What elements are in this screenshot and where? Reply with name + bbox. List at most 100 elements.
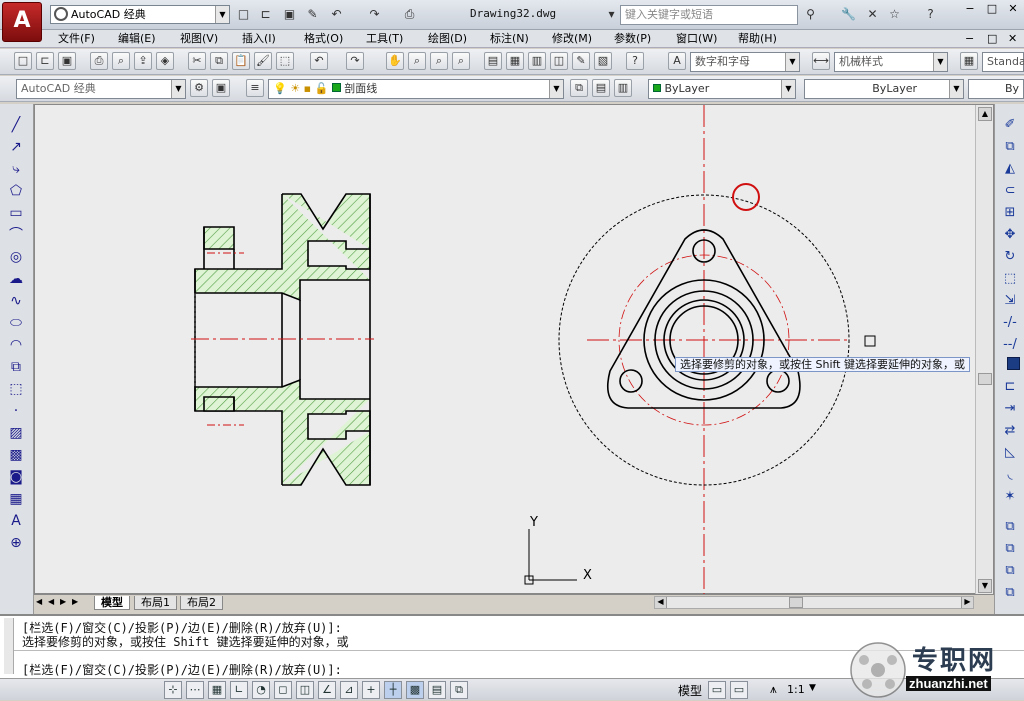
open-icon[interactable]: ⊏ xyxy=(36,52,54,70)
next-tab-icon[interactable]: ▶ xyxy=(60,597,70,608)
point-icon[interactable]: · xyxy=(7,402,25,420)
chamfer-icon[interactable]: ◺ xyxy=(1001,444,1019,462)
save-as-icon[interactable]: ✎ xyxy=(304,6,321,23)
dim-style-select[interactable]: 机械样式 ▼ xyxy=(834,52,948,72)
print-icon[interactable]: ⎙ xyxy=(401,6,418,23)
stretch-icon[interactable]: ⇲ xyxy=(1001,292,1019,310)
save-icon[interactable]: ▣ xyxy=(58,52,76,70)
design-center-icon[interactable]: ▦ xyxy=(506,52,524,70)
grid-display-icon[interactable]: ▦ xyxy=(208,681,226,699)
last-tab-icon[interactable]: ▶ xyxy=(72,597,82,608)
tool-palettes-icon[interactable]: ▥ xyxy=(528,52,546,70)
redo-icon[interactable]: ↷ xyxy=(346,52,364,70)
extend-icon[interactable]: --/ xyxy=(1001,336,1019,354)
object-snap-icon[interactable]: ◻ xyxy=(274,681,292,699)
circle-icon[interactable]: ◎ xyxy=(7,248,25,266)
model-space-label[interactable]: 模型 xyxy=(678,682,702,699)
line-icon[interactable]: ╱ xyxy=(7,116,25,134)
color-select[interactable]: ByLayer ▼ xyxy=(648,79,796,99)
dim-style-icon[interactable]: ⟷ xyxy=(812,52,830,70)
menu-tools[interactable]: 工具(T) xyxy=(366,31,403,47)
new-file-icon[interactable]: □ xyxy=(235,6,252,23)
scroll-thumb[interactable] xyxy=(978,373,992,385)
redo-icon[interactable]: ↷ xyxy=(366,6,383,23)
quick-view-layouts-icon[interactable]: ▭ xyxy=(708,681,726,699)
favorites-icon[interactable]: ☆ xyxy=(886,6,903,23)
cut-icon[interactable]: ✂ xyxy=(188,52,206,70)
pan-icon[interactable]: ✋ xyxy=(386,52,404,70)
prev-tab-icon[interactable]: ◀ xyxy=(48,597,58,608)
menu-insert[interactable]: 插入(I) xyxy=(242,31,276,47)
revision-cloud-icon[interactable]: ☁ xyxy=(7,270,25,288)
command-prompt[interactable]: [栏选(F)/窗交(C)/投影(P)/边(E)/删除(R)/放弃(U)]: xyxy=(22,661,342,678)
tab-layout1[interactable]: 布局1 xyxy=(134,596,177,610)
menu-file[interactable]: 文件(F) xyxy=(58,31,95,47)
menu-dimension[interactable]: 标注(N) xyxy=(490,31,529,47)
rotate-icon[interactable]: ↻ xyxy=(1001,248,1019,266)
break-at-point-icon[interactable]: ⊏ xyxy=(1001,378,1019,396)
bring-above-icon[interactable]: ⧉ xyxy=(1001,562,1019,580)
text-style-select[interactable]: 数字和字母 ▼ xyxy=(690,52,800,72)
menu-view[interactable]: 视图(V) xyxy=(180,31,218,47)
minimize-button[interactable]: − xyxy=(960,2,980,16)
plot-icon[interactable]: ⎙ xyxy=(90,52,108,70)
subscription-icon[interactable]: 🔧 xyxy=(840,6,857,23)
offset-icon[interactable]: ⊂ xyxy=(1001,182,1019,200)
menu-window[interactable]: 窗口(W) xyxy=(676,31,717,47)
snap-mode-icon[interactable]: ⋯ xyxy=(186,681,204,699)
explode-icon[interactable]: ✶ xyxy=(1001,488,1019,506)
application-menu-button[interactable]: A xyxy=(2,2,42,42)
plot-preview-icon[interactable]: ⌕ xyxy=(112,52,130,70)
ortho-mode-icon[interactable]: ∟ xyxy=(230,681,248,699)
menu-draw[interactable]: 绘图(D) xyxy=(428,31,467,47)
chevron-down-icon[interactable]: ▼ xyxy=(215,6,229,23)
tooltip-pin-icon[interactable] xyxy=(1007,357,1020,370)
draworder-front-icon[interactable]: ⧉ xyxy=(1001,518,1019,536)
undo-icon[interactable]: ↶ xyxy=(328,6,345,23)
spline-icon[interactable]: ∿ xyxy=(7,292,25,310)
table-icon[interactable]: ▦ xyxy=(7,490,25,508)
zoom-realtime-icon[interactable]: ⌕ xyxy=(408,52,426,70)
scroll-left-icon[interactable]: ◀ xyxy=(655,597,667,608)
dynamic-input-icon[interactable]: + xyxy=(362,681,380,699)
menu-format[interactable]: 格式(O) xyxy=(304,31,343,47)
transparency-icon[interactable]: ▩ xyxy=(406,681,424,699)
publish-icon[interactable]: ⇪ xyxy=(134,52,152,70)
paste-icon[interactable]: 📋 xyxy=(232,52,250,70)
menu-parametric[interactable]: 参数(P) xyxy=(614,31,651,47)
scroll-up-icon[interactable]: ▲ xyxy=(978,107,992,121)
quick-properties-icon[interactable]: ▤ xyxy=(428,681,446,699)
chevron-down-icon[interactable]: ▼ xyxy=(949,80,963,98)
scale-icon[interactable]: ⬚ xyxy=(1001,270,1019,288)
table-style-select[interactable]: Standa xyxy=(982,52,1024,72)
3d-dwf-icon[interactable]: ◈ xyxy=(156,52,174,70)
menu-modify[interactable]: 修改(M) xyxy=(552,31,592,47)
make-current-layer-icon[interactable]: ⧉ xyxy=(570,79,588,97)
copy-icon[interactable]: ⧉ xyxy=(1001,138,1019,156)
selection-cycling-icon[interactable]: ⧉ xyxy=(450,681,468,699)
insert-block-icon[interactable]: ⧉ xyxy=(7,358,25,376)
sheet-set-icon[interactable]: ◫ xyxy=(550,52,568,70)
command-window-grip[interactable] xyxy=(4,618,14,674)
menu-help[interactable]: 帮助(H) xyxy=(738,31,777,47)
make-block-icon[interactable]: ⬚ xyxy=(7,380,25,398)
infer-constraints-icon[interactable]: ⊹ xyxy=(164,681,182,699)
workspace-save-icon[interactable]: ▣ xyxy=(212,79,230,97)
mirror-icon[interactable]: ◭ xyxy=(1001,160,1019,178)
polar-tracking-icon[interactable]: ◔ xyxy=(252,681,270,699)
close-button[interactable]: ✕ xyxy=(1003,2,1023,16)
polygon-icon[interactable]: ⬠ xyxy=(7,182,25,200)
doc-close-button[interactable]: ✕ xyxy=(1008,31,1017,47)
ellipse-arc-icon[interactable]: ◠ xyxy=(7,336,25,354)
workspace-switcher[interactable]: AutoCAD 经典 ▼ xyxy=(50,5,230,24)
scroll-right-icon[interactable]: ▶ xyxy=(961,597,973,608)
chevron-down-icon[interactable]: ▼ xyxy=(809,683,816,693)
move-icon[interactable]: ✥ xyxy=(1001,226,1019,244)
join-icon[interactable]: ⇄ xyxy=(1001,422,1019,440)
horizontal-scrollbar[interactable]: ◀ ▶ xyxy=(654,596,974,609)
annotation-scale-icon[interactable]: ⩚ xyxy=(770,682,777,697)
chevron-down-icon[interactable]: ▼ xyxy=(933,53,947,71)
draworder-back-icon[interactable]: ⧉ xyxy=(1001,540,1019,558)
ellipse-icon[interactable]: ⬭ xyxy=(7,314,25,332)
properties-icon[interactable]: ▤ xyxy=(484,52,502,70)
